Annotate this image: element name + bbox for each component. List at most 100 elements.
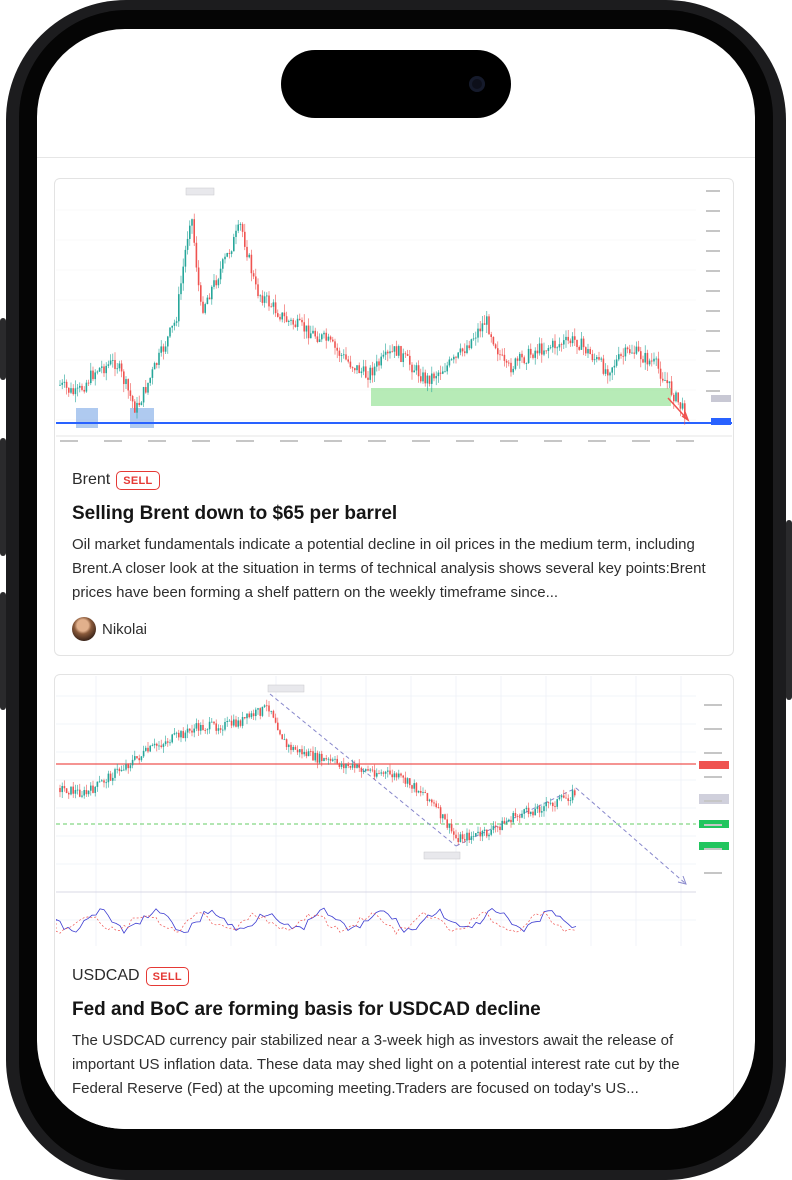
candle [158,352,160,365]
candle [268,295,270,307]
post-chart-brent [56,180,732,450]
candle [362,770,365,772]
candle [79,789,81,797]
candle [459,348,462,353]
candle [406,778,409,784]
post-title[interactable]: Selling Brent down to $65 per barrel [72,501,716,527]
candle [488,834,490,837]
candle [303,751,305,755]
candle [549,802,552,804]
candle [123,769,125,771]
candle [206,729,209,731]
candle [167,741,169,743]
candle [343,763,345,769]
candle [116,768,118,770]
candle [666,380,668,384]
candle [532,811,534,816]
candle [503,820,506,824]
candle [226,252,228,257]
candle [358,365,360,374]
candle [290,744,292,751]
candle [296,749,299,753]
candle [378,361,380,366]
candle [613,365,616,368]
candle [197,267,200,286]
candle [426,793,429,801]
post-card-usdcad[interactable]: USDCAD SELL Fed and BoC are forming basi… [54,674,734,1129]
candle [74,388,77,395]
price-label-top [185,187,215,196]
candle [158,745,160,747]
candle [222,729,224,731]
candle [173,733,176,735]
candle [591,354,594,361]
candle [464,839,466,841]
axis-tick [412,440,430,442]
candle [327,758,330,760]
candle [677,392,679,403]
candle [391,351,393,353]
candle [327,336,330,341]
candle [455,834,457,839]
ticker-label[interactable]: USDCAD [72,967,140,985]
author-name[interactable]: Nikolai [102,621,147,638]
candle [510,362,512,373]
candle [235,230,237,237]
author-row[interactable]: Nikolai [72,617,716,641]
candle [413,783,415,789]
post-title[interactable]: Fed and BoC are forming basis for USDCAD… [72,997,716,1023]
candle [211,286,213,300]
post-card-brent[interactable]: Brent SELL Selling Brent down to $65 per… [54,178,734,656]
candle [255,709,257,717]
candle [189,728,191,731]
candle [538,806,541,813]
ticker-label[interactable]: Brent [72,471,110,489]
candle [195,723,198,729]
candle [615,359,618,366]
candle [334,758,336,760]
axis-tick [500,440,518,442]
phone-screen[interactable]: Brent SELL Selling Brent down to $65 per… [37,29,755,1129]
candle [228,720,231,722]
candle [547,348,550,352]
candle [433,802,435,804]
candle [336,347,338,351]
candle [343,354,345,356]
candle [347,359,349,362]
candle [202,724,204,731]
candle [219,268,222,280]
candle [233,719,235,726]
candle [277,722,279,731]
candle [481,323,484,332]
candle [387,351,389,354]
candle [510,819,512,823]
candle [338,350,341,356]
axis-tick [706,350,720,352]
candle [505,360,508,363]
candle [391,774,393,778]
candle [206,297,209,305]
candle [246,713,248,719]
candle [481,830,484,837]
candle [400,346,402,362]
candle [318,339,321,342]
candle [574,336,576,340]
candle [281,312,283,320]
candle [428,375,431,384]
candle [395,346,398,356]
candle [611,367,613,373]
candle [156,743,158,746]
candle [417,365,420,377]
candle [446,365,448,372]
candle [486,316,488,325]
candle [131,759,134,766]
candle [189,225,191,239]
candle [552,802,554,807]
candle [239,224,242,225]
candle [470,836,473,840]
candle [332,339,334,342]
axis-tick [706,370,720,372]
candle [65,381,68,388]
candle [525,363,528,364]
candle [560,795,563,798]
